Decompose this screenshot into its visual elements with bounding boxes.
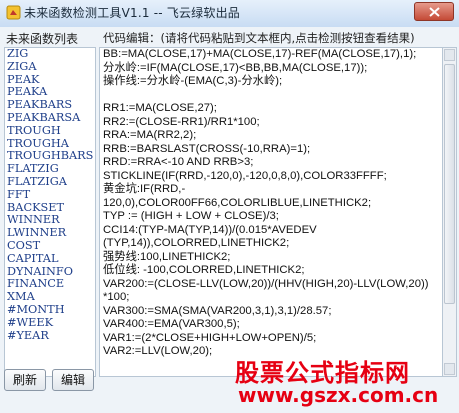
code-line: *100; [103, 291, 130, 303]
code-editor-scrollbar[interactable] [443, 47, 457, 377]
title-bar[interactable]: 未来函数检测工具V1.1 -- 飞云绿软出品 [0, 0, 459, 28]
function-list-item[interactable]: FFT [5, 188, 95, 202]
code-line: VAR200:=(CLOSE-LLV(LOW,20))/(HHV(HIGH,20… [103, 277, 429, 290]
function-list-item[interactable]: FLATZIGA [5, 175, 95, 189]
code-line: CCI14:(TYP-MA(TYP,14))/(0.015*AVEDEV [103, 223, 317, 236]
function-list-item[interactable]: TROUGH [5, 124, 95, 138]
code-line: RRB:=BARSLAST(CROSS(-10,RRA)=1); [103, 142, 311, 155]
code-line: RRD:=RRA<-10 AND RRB>3; [103, 156, 254, 168]
function-list-item[interactable]: COST [5, 239, 95, 253]
future-function-list[interactable]: ZIG ZIGA PEAK PEAKA PEAKBARS PEAKBARSA TROUGH T… [4, 47, 96, 377]
code-line: 强势线:100,LINETHICK2; [103, 250, 231, 263]
code-line: 分水岭:=IF(MA(CLOSE,17)<BB,BB,MA(CLOSE,17))… [103, 61, 368, 74]
code-line: (TYP,14)),COLORRED,LINETHICK2; [103, 237, 290, 249]
function-list-item[interactable]: CAPITAL [5, 252, 95, 266]
code-line: 操作线:=分水岭-(EMA(C,3)-分水岭); [103, 75, 283, 87]
function-list-label: 未来函数列表 [6, 32, 79, 46]
watermark-url: www.gszx.com.cn [238, 383, 439, 407]
function-list-item[interactable]: ZIGA [5, 60, 95, 74]
code-line: 120,0),COLOR00FF66,COLORLIBLUE,LINETHICK… [103, 196, 372, 209]
code-line: 低位线: -100,COLORRED,LINETHICK2; [103, 264, 305, 276]
code-editor-textarea[interactable]: BB:=MA(CLOSE,17)+MA(CLOSE,17)-REF(MA(CLO… [99, 47, 443, 377]
code-editor-label: 代码编辑：(请将代码粘贴到文本框内,点击检测按钮查看结果) [103, 31, 415, 45]
code-line: VAR300:=SMA(SMA(VAR200,3,1),3,1)/28.57; [103, 304, 332, 317]
scroll-thumb[interactable] [444, 64, 455, 304]
function-list-item[interactable]: PEAKBARSA [5, 111, 95, 125]
edit-button[interactable]: 编辑 [52, 369, 94, 391]
scroll-up-button[interactable] [444, 49, 455, 61]
close-icon [429, 7, 440, 17]
close-button[interactable] [414, 2, 454, 21]
code-line: RRA:=MA(RR2,2); [103, 129, 197, 141]
code-line: STICKLINE(IF(RRD,-120,0),-120,0,8,0),COL… [103, 169, 387, 182]
refresh-button[interactable]: 刷新 [4, 369, 46, 391]
code-line: 黄金坑:IF(RRD,- [103, 183, 186, 195]
code-line: VAR400:=EMA(VAR300,5); [103, 318, 240, 330]
code-line: BB:=MA(CLOSE,17)+MA(CLOSE,17)-REF(MA(CLO… [103, 48, 417, 60]
function-list-item[interactable]: ZIG [5, 48, 95, 61]
code-line: TYP := (HIGH + LOW + CLOSE)/3; [103, 210, 279, 222]
function-list-item[interactable]: #YEAR [5, 329, 95, 343]
function-list-item[interactable]: #WEEK [5, 316, 95, 330]
code-line: RR1:=MA(CLOSE,27); [103, 102, 217, 114]
window-title: 未来函数检测工具V1.1 -- 飞云绿软出品 [24, 6, 240, 20]
scroll-down-button[interactable] [444, 363, 455, 375]
code-line: VAR1:=(2*CLOSE+HIGH+LOW+OPEN)/5; [103, 331, 317, 344]
app-window: 未来函数检测工具V1.1 -- 飞云绿软出品 未来函数列表 ZIG ZIGA PEA… [0, 0, 459, 413]
app-icon [6, 5, 21, 20]
code-line: RR2:=(CLOSE-RR1)/RR1*100; [103, 115, 260, 128]
function-list-item[interactable]: #MONTH [5, 303, 95, 317]
